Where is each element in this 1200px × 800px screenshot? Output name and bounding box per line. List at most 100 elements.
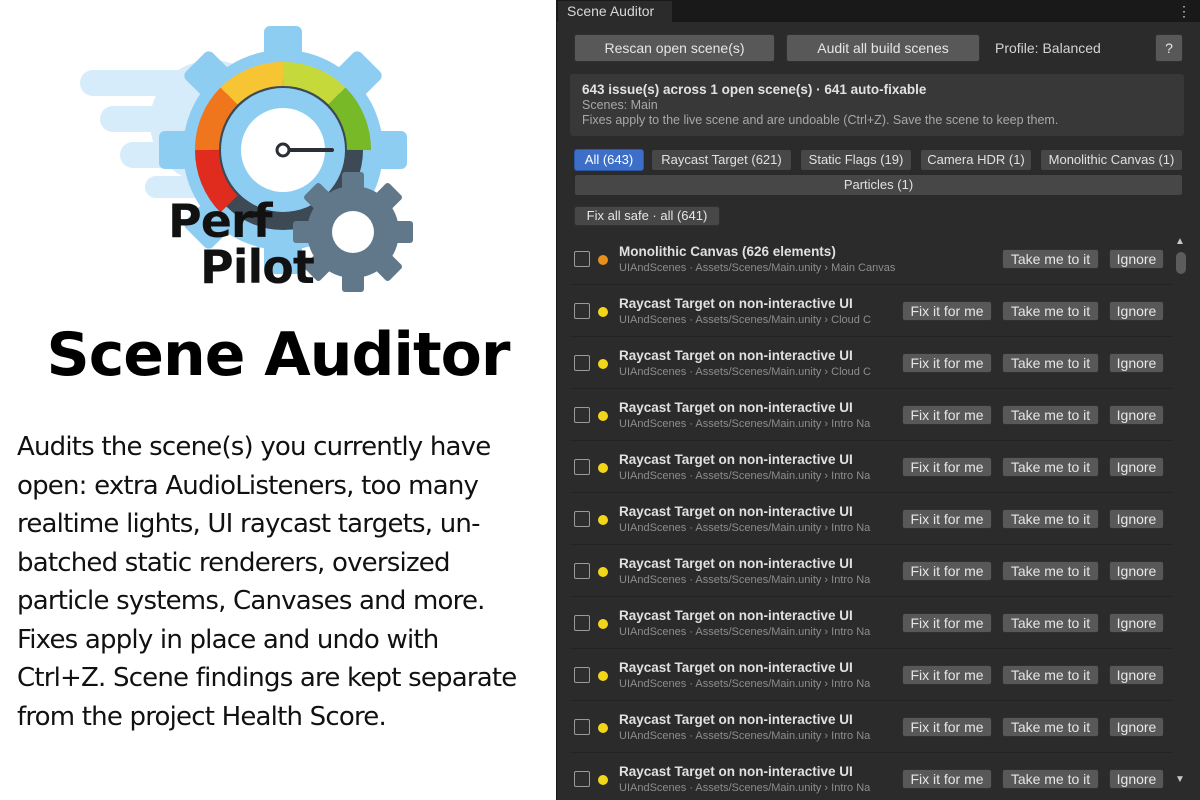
take-me-to-it-button[interactable]: Take me to it bbox=[1002, 509, 1099, 529]
issue-checkbox[interactable] bbox=[574, 667, 590, 683]
issue-path: UIAndScenes · Assets/Scenes/Main.unity ›… bbox=[619, 262, 896, 274]
fix-it-for-me-button[interactable]: Fix it for me bbox=[902, 561, 992, 581]
take-me-to-it-button[interactable]: Take me to it bbox=[1002, 301, 1099, 321]
issue-checkbox[interactable] bbox=[574, 459, 590, 475]
filter-static-flags[interactable]: Static Flags (19) bbox=[800, 149, 912, 171]
ignore-button[interactable]: Ignore bbox=[1109, 509, 1164, 529]
ignore-button[interactable]: Ignore bbox=[1109, 665, 1164, 685]
issue-title: Raycast Target on non-interactive UI bbox=[619, 764, 853, 779]
scroll-up-arrow-icon[interactable]: ▲ bbox=[1175, 236, 1185, 247]
issue-checkbox[interactable] bbox=[574, 407, 590, 423]
rescan-button[interactable]: Rescan open scene(s) bbox=[574, 34, 775, 62]
filter-monolithic-canvas[interactable]: Monolithic Canvas (1) bbox=[1040, 149, 1183, 171]
take-me-to-it-button[interactable]: Take me to it bbox=[1002, 613, 1099, 633]
ignore-button[interactable]: Ignore bbox=[1109, 249, 1164, 269]
filter-raycast-target[interactable]: Raycast Target (621) bbox=[651, 149, 792, 171]
ignore-button[interactable]: Ignore bbox=[1109, 561, 1164, 581]
ignore-button[interactable]: Ignore bbox=[1109, 457, 1164, 477]
ignore-button[interactable]: Ignore bbox=[1109, 717, 1164, 737]
take-me-to-it-button[interactable]: Take me to it bbox=[1002, 353, 1099, 373]
scroll-down-arrow-icon[interactable]: ▼ bbox=[1175, 774, 1185, 785]
issue-checkbox[interactable] bbox=[574, 615, 590, 631]
logo-word-perf: Perf bbox=[168, 194, 273, 248]
take-me-to-it-button[interactable]: Take me to it bbox=[1002, 717, 1099, 737]
fix-it-for-me-button[interactable]: Fix it for me bbox=[902, 405, 992, 425]
promo-panel: Perf Pilot Scene Auditor Audits the scen… bbox=[0, 0, 556, 800]
issue-title: Raycast Target on non-interactive UI bbox=[619, 608, 853, 623]
issue-path: UIAndScenes · Assets/Scenes/Main.unity ›… bbox=[619, 626, 871, 638]
ignore-button[interactable]: Ignore bbox=[1109, 301, 1164, 321]
fix-it-for-me-button[interactable]: Fix it for me bbox=[902, 613, 992, 633]
issue-row: Raycast Target on non-interactive UI UIA… bbox=[570, 286, 1172, 337]
issue-title: Raycast Target on non-interactive UI bbox=[619, 504, 853, 519]
issue-row: Raycast Target on non-interactive UI UIA… bbox=[570, 650, 1172, 701]
issue-checkbox[interactable] bbox=[574, 303, 590, 319]
issue-row: Raycast Target on non-interactive UI UIA… bbox=[570, 754, 1172, 800]
ignore-button[interactable]: Ignore bbox=[1109, 405, 1164, 425]
issue-checkbox[interactable] bbox=[574, 355, 590, 371]
fix-it-for-me-button[interactable]: Fix it for me bbox=[902, 301, 992, 321]
issue-path: UIAndScenes · Assets/Scenes/Main.unity ›… bbox=[619, 366, 871, 378]
severity-dot bbox=[598, 255, 608, 265]
filter-particles[interactable]: Particles (1) bbox=[574, 174, 1183, 196]
audit-build-scenes-button[interactable]: Audit all build scenes bbox=[786, 34, 980, 62]
issue-path: UIAndScenes · Assets/Scenes/Main.unity ›… bbox=[619, 574, 871, 586]
issue-row: Raycast Target on non-interactive UI UIA… bbox=[570, 338, 1172, 389]
fix-it-for-me-button[interactable]: Fix it for me bbox=[902, 509, 992, 529]
issue-path: UIAndScenes · Assets/Scenes/Main.unity ›… bbox=[619, 418, 871, 430]
fix-it-for-me-button[interactable]: Fix it for me bbox=[902, 769, 992, 789]
window-tab[interactable]: Scene Auditor bbox=[558, 1, 672, 22]
severity-dot bbox=[598, 723, 608, 733]
issue-checkbox[interactable] bbox=[574, 563, 590, 579]
issue-checkbox[interactable] bbox=[574, 511, 590, 527]
issue-checkbox[interactable] bbox=[574, 251, 590, 267]
issue-title: Monolithic Canvas (626 elements) bbox=[619, 244, 836, 259]
issue-list: Monolithic Canvas (626 elements) UIAndSc… bbox=[557, 234, 1177, 800]
issue-row: Raycast Target on non-interactive UI UIA… bbox=[570, 390, 1172, 441]
issue-row: Raycast Target on non-interactive UI UIA… bbox=[570, 598, 1172, 649]
severity-dot bbox=[598, 307, 608, 317]
take-me-to-it-button[interactable]: Take me to it bbox=[1002, 561, 1099, 581]
ignore-button[interactable]: Ignore bbox=[1109, 769, 1164, 789]
issue-title: Raycast Target on non-interactive UI bbox=[619, 660, 853, 675]
severity-dot bbox=[598, 619, 608, 629]
scene-auditor-window: Scene Auditor ⋮ Rescan open scene(s) Aud… bbox=[556, 0, 1200, 800]
issue-row: Raycast Target on non-interactive UI UIA… bbox=[570, 546, 1172, 597]
fix-all-safe-button[interactable]: Fix all safe · all (641) bbox=[574, 206, 720, 226]
kebab-menu-icon[interactable]: ⋮ bbox=[1177, 1, 1191, 21]
filter-camera-hdr[interactable]: Camera HDR (1) bbox=[920, 149, 1032, 171]
take-me-to-it-button[interactable]: Take me to it bbox=[1002, 457, 1099, 477]
logo-word-pilot: Pilot bbox=[200, 240, 315, 294]
promo-description: Audits the scene(s) you currently have o… bbox=[17, 432, 517, 732]
scrollbar-thumb[interactable] bbox=[1176, 252, 1186, 274]
issue-path: UIAndScenes · Assets/Scenes/Main.unity ›… bbox=[619, 782, 871, 794]
severity-dot bbox=[598, 411, 608, 421]
summary-box: 643 issue(s) across 1 open scene(s) · 64… bbox=[570, 74, 1184, 136]
issue-checkbox[interactable] bbox=[574, 719, 590, 735]
take-me-to-it-button[interactable]: Take me to it bbox=[1002, 249, 1099, 269]
issue-row: Monolithic Canvas (626 elements) UIAndSc… bbox=[570, 234, 1172, 285]
promo-title: Scene Auditor bbox=[46, 320, 511, 390]
severity-dot bbox=[598, 515, 608, 525]
fix-it-for-me-button[interactable]: Fix it for me bbox=[902, 665, 992, 685]
fix-it-for-me-button[interactable]: Fix it for me bbox=[902, 353, 992, 373]
take-me-to-it-button[interactable]: Take me to it bbox=[1002, 665, 1099, 685]
take-me-to-it-button[interactable]: Take me to it bbox=[1002, 405, 1099, 425]
issue-path: UIAndScenes · Assets/Scenes/Main.unity ›… bbox=[619, 678, 871, 690]
issue-row: Raycast Target on non-interactive UI UIA… bbox=[570, 494, 1172, 545]
filter-all[interactable]: All (643) bbox=[574, 149, 644, 171]
issue-title: Raycast Target on non-interactive UI bbox=[619, 348, 853, 363]
help-button[interactable]: ? bbox=[1155, 34, 1183, 62]
severity-dot bbox=[598, 463, 608, 473]
summary-scenes: Scenes: Main bbox=[582, 98, 658, 112]
fix-it-for-me-button[interactable]: Fix it for me bbox=[902, 717, 992, 737]
issue-title: Raycast Target on non-interactive UI bbox=[619, 296, 853, 311]
issue-title: Raycast Target on non-interactive UI bbox=[619, 452, 853, 467]
issue-checkbox[interactable] bbox=[574, 771, 590, 787]
issue-path: UIAndScenes · Assets/Scenes/Main.unity ›… bbox=[619, 470, 871, 482]
fix-it-for-me-button[interactable]: Fix it for me bbox=[902, 457, 992, 477]
take-me-to-it-button[interactable]: Take me to it bbox=[1002, 769, 1099, 789]
ignore-button[interactable]: Ignore bbox=[1109, 613, 1164, 633]
ignore-button[interactable]: Ignore bbox=[1109, 353, 1164, 373]
perf-pilot-logo: Perf Pilot bbox=[70, 22, 430, 292]
